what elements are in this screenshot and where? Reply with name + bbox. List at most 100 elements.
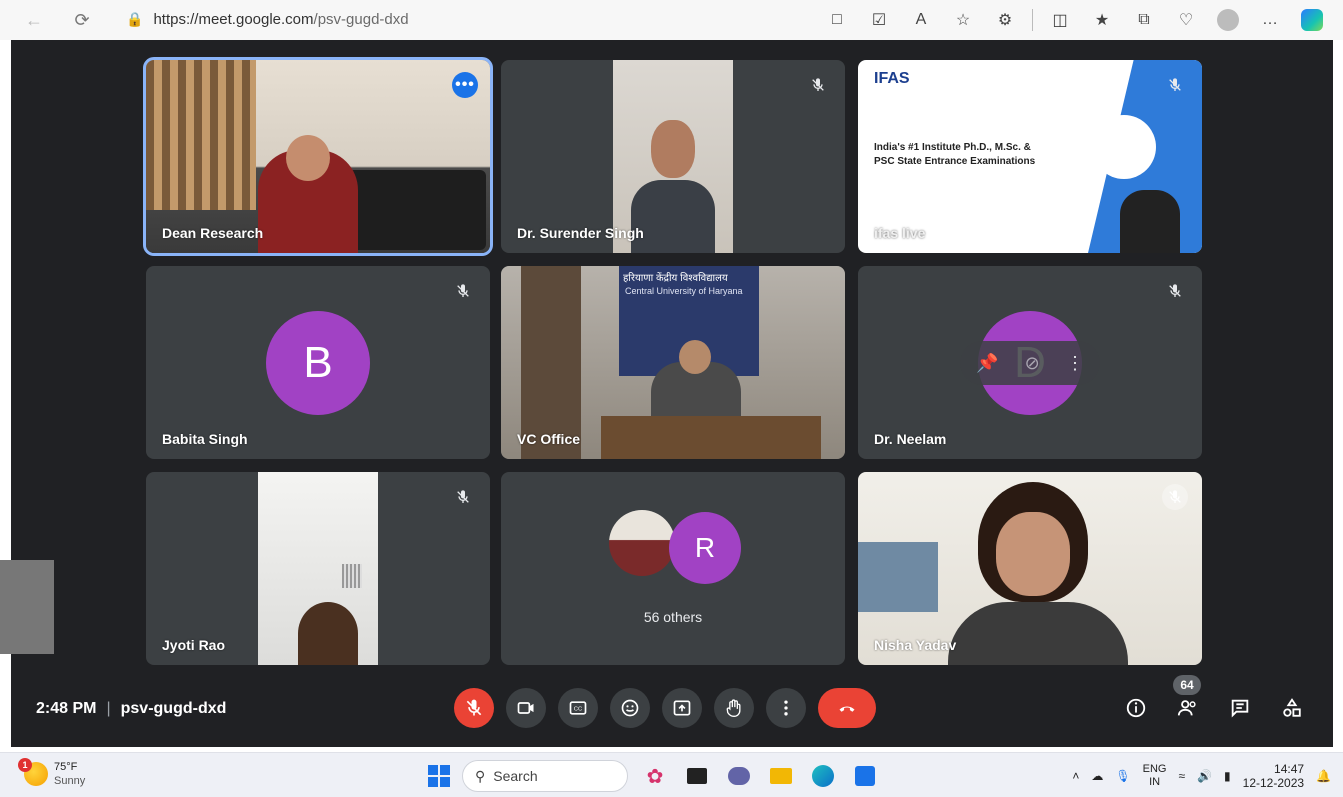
- file-explorer-icon[interactable]: [766, 761, 796, 791]
- copilot-icon[interactable]: [1293, 4, 1331, 36]
- windows-taskbar: 1 75°F Sunny ⚲ Search ✿ ˄ ☁ 🎙 ENG IN ≈ 🔊…: [0, 752, 1343, 797]
- more-vert-icon[interactable]: ⋮: [1066, 353, 1084, 374]
- tracking-icon[interactable]: ☑: [860, 4, 898, 36]
- notification-bell-icon[interactable]: 🔔: [1316, 769, 1331, 783]
- browser-essentials-icon[interactable]: ♡: [1167, 4, 1205, 36]
- profile-avatar[interactable]: [1209, 4, 1247, 36]
- avatar: R: [669, 512, 741, 584]
- activities-button[interactable]: [1275, 691, 1309, 725]
- extensions-icon[interactable]: ⚙: [986, 4, 1024, 36]
- mic-off-icon: [450, 278, 476, 304]
- emoji-reactions-button[interactable]: [610, 688, 650, 728]
- tile-babita-singh[interactable]: B Babita Singh: [146, 266, 490, 459]
- banner-hindi: हरियाणा केंद्रीय विश्वविद्यालय: [623, 273, 728, 284]
- tile-hover-controls: 📌 ⊘ ⋮: [960, 341, 1100, 385]
- chat-button[interactable]: [1223, 691, 1257, 725]
- video-feed: [258, 472, 378, 665]
- participant-name: Babita Singh: [162, 431, 248, 447]
- language-code: ENG: [1142, 763, 1167, 775]
- taskbar-apps: ⚲ Search ✿: [428, 759, 880, 793]
- microphone-icon[interactable]: 🎙: [1115, 769, 1130, 783]
- clock-time: 14:47: [1274, 762, 1305, 776]
- favorite-star-icon[interactable]: ☆: [944, 4, 982, 36]
- slide-brand: IFAS: [874, 70, 910, 87]
- mic-toggle-button[interactable]: [454, 688, 494, 728]
- tile-dr-surender-singh[interactable]: Dr. Surender Singh: [501, 60, 845, 253]
- mic-off-icon: [450, 484, 476, 510]
- raise-hand-button[interactable]: [714, 688, 754, 728]
- participant-name: Dean Research: [162, 225, 264, 241]
- svg-text:CC: CC: [574, 707, 582, 713]
- weather-condition: Sunny: [54, 775, 86, 787]
- edge-browser-icon[interactable]: [808, 761, 838, 791]
- microsoft-store-icon[interactable]: [850, 761, 880, 791]
- captions-button[interactable]: CC: [558, 688, 598, 728]
- participant-name: Nisha Yadav: [874, 637, 957, 653]
- more-options-button[interactable]: [766, 688, 806, 728]
- leave-call-button[interactable]: [818, 688, 876, 728]
- refresh-icon[interactable]: ⟳: [66, 4, 98, 36]
- people-button[interactable]: 64: [1171, 675, 1205, 725]
- windows-start-icon[interactable]: [428, 765, 450, 787]
- tile-others-group[interactable]: R 56 others: [501, 472, 845, 665]
- split-screen-icon[interactable]: ◫: [1041, 4, 1079, 36]
- search-icon: ⚲: [475, 767, 486, 784]
- volume-icon[interactable]: 🔊: [1197, 769, 1212, 783]
- tile-vc-office[interactable]: हरियाणा केंद्रीय विश्वविद्यालय Central U…: [501, 266, 845, 459]
- pin-icon[interactable]: 📌: [976, 353, 998, 374]
- chevron-up-icon[interactable]: ˄: [1072, 769, 1079, 783]
- tile-dean-research[interactable]: ••• Dean Research: [143, 57, 493, 256]
- weather-widget[interactable]: 1 75°F Sunny: [18, 758, 86, 788]
- lock-icon: 🔒: [126, 10, 144, 27]
- task-view-icon[interactable]: [682, 761, 712, 791]
- back-icon[interactable]: ←: [18, 4, 50, 36]
- participant-name: ifas live: [874, 225, 926, 241]
- meeting-controls-bar: 2:48 PM | psv-gugd-dxd CC 64: [11, 672, 1333, 747]
- sun-icon: 1: [18, 758, 48, 786]
- avatar: [609, 510, 675, 576]
- present-screen-button[interactable]: [662, 688, 702, 728]
- desktop-edge-artifact: [0, 560, 54, 654]
- tile-ifas-live[interactable]: IFAS India's #1 Institute Ph.D., M.Sc. &…: [858, 60, 1202, 253]
- onedrive-cloud-icon[interactable]: ☁: [1091, 769, 1103, 783]
- mic-off-icon: [805, 72, 831, 98]
- meet-stage: ••• Dean Research Dr. Surender Singh IFA…: [11, 40, 1333, 747]
- teams-chat-icon[interactable]: [724, 761, 754, 791]
- language-indicator[interactable]: ENG IN: [1143, 763, 1167, 789]
- tile-dr-neelam[interactable]: D 📌 ⊘ ⋮ Dr. Neelam: [858, 266, 1202, 459]
- camera-permission-icon[interactable]: □: [818, 4, 856, 36]
- others-count-label: 56 others: [643, 609, 703, 625]
- mic-off-icon: [1162, 484, 1188, 510]
- more-options-icon[interactable]: •••: [452, 72, 478, 98]
- tile-jyoti-rao[interactable]: Jyoti Rao: [146, 472, 490, 665]
- meeting-details-button[interactable]: [1119, 691, 1153, 725]
- camera-toggle-button[interactable]: [506, 688, 546, 728]
- search-placeholder: Search: [493, 768, 538, 784]
- system-tray: ˄ ☁ 🎙 ENG IN ≈ 🔊 ▮ 14:47 12-12-2023 🔔: [1072, 759, 1331, 793]
- clock-date: 12-12-2023: [1242, 776, 1305, 790]
- notification-badge: 1: [18, 758, 32, 772]
- side-panel-controls: 64: [1119, 675, 1309, 730]
- weather-temperature: 75°F: [54, 761, 78, 773]
- tile-nisha-yadav[interactable]: Nisha Yadav: [858, 472, 1202, 665]
- mic-off-icon: [1162, 72, 1188, 98]
- meeting-code: psv-gugd-dxd: [120, 700, 227, 717]
- url-host: https://meet.google.com: [153, 10, 314, 28]
- more-options-icon[interactable]: …: [1251, 4, 1289, 36]
- wifi-icon[interactable]: ≈: [1179, 769, 1186, 783]
- slide-text-line-1: India's #1 Institute Ph.D., M.Sc. &: [874, 142, 1031, 153]
- participant-name: Jyoti Rao: [162, 637, 226, 653]
- widget-flower-icon[interactable]: ✿: [640, 761, 670, 791]
- collections-icon[interactable]: ⧉: [1125, 4, 1163, 36]
- address-bar[interactable]: 🔒 https://meet.google.com/psv-gugd-dxd: [112, 4, 752, 34]
- system-clock[interactable]: 14:47 12-12-2023: [1243, 762, 1304, 790]
- meeting-info: 2:48 PM | psv-gugd-dxd: [36, 700, 226, 718]
- taskbar-search-box[interactable]: ⚲ Search: [462, 760, 628, 792]
- read-aloud-icon[interactable]: A: [902, 4, 940, 36]
- participant-name: Dr. Neelam: [874, 431, 947, 447]
- battery-icon[interactable]: ▮: [1224, 769, 1231, 783]
- banner-english: Central University of Haryana: [625, 286, 743, 296]
- url-path: /psv-gugd-dxd: [313, 10, 409, 28]
- slide-text-line-2: PSC State Entrance Examinations: [874, 156, 1036, 167]
- favorites-icon[interactable]: ★: [1083, 4, 1121, 36]
